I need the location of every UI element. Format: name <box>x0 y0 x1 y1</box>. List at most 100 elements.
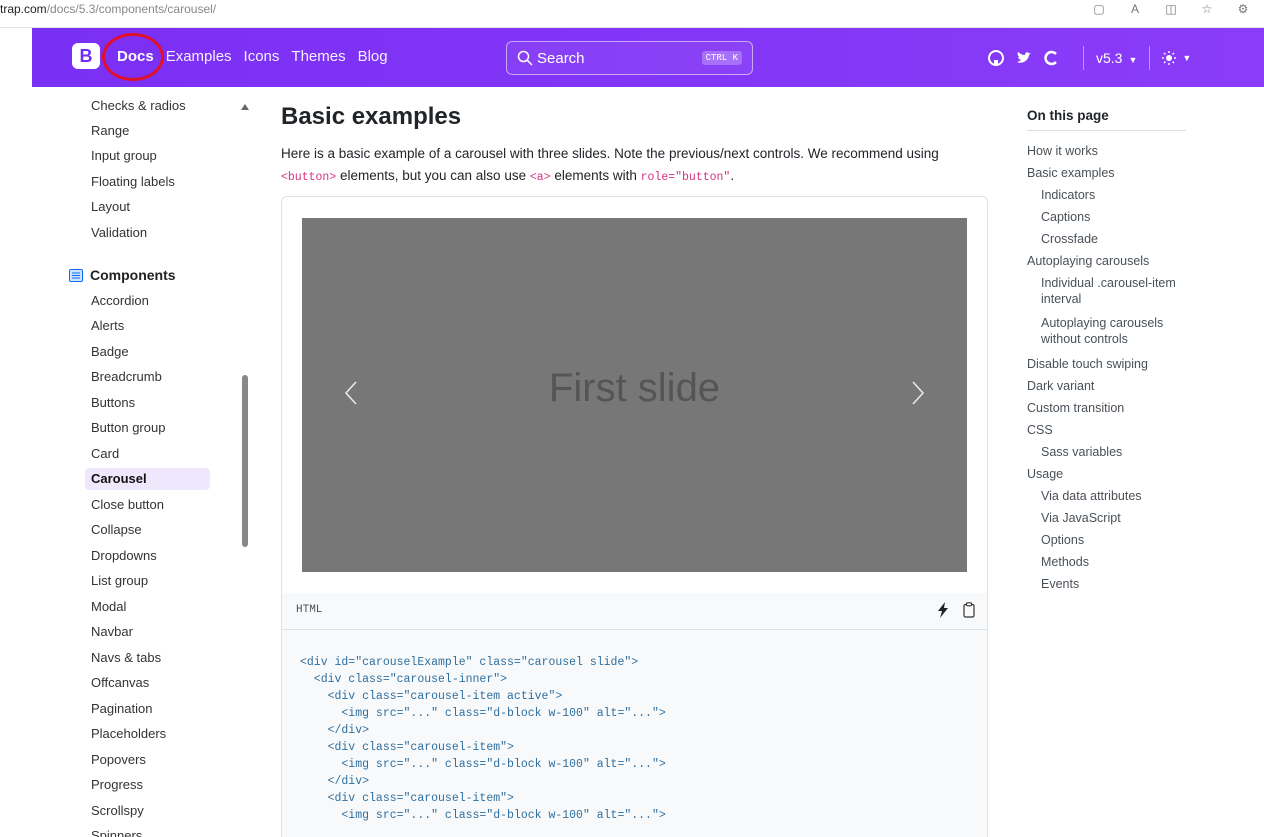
toc-link[interactable]: Indicators <box>1041 187 1095 203</box>
toc-divider <box>1027 130 1186 131</box>
toc-link[interactable]: Disable touch swiping <box>1027 356 1148 372</box>
sidebar-scrollbar-thumb[interactable] <box>242 375 248 547</box>
nav-link-blog[interactable]: Blog <box>358 48 388 65</box>
sidebar-item[interactable]: Accordion <box>91 293 149 308</box>
read-aloud-icon[interactable]: A <box>1128 2 1142 16</box>
carousel-prev-icon[interactable] <box>342 378 362 408</box>
twitter-icon[interactable] <box>1015 49 1033 67</box>
toc-link[interactable]: Dark variant <box>1027 378 1094 394</box>
theme-toggle-sun-icon[interactable]: ▼ <box>1162 49 1191 67</box>
code-line: <div id="carouselExample" class="carouse… <box>300 656 639 669</box>
opencollective-icon[interactable] <box>1043 49 1061 67</box>
github-icon[interactable] <box>987 49 1005 67</box>
split-screen-icon[interactable]: ◫ <box>1164 2 1178 16</box>
section-description: Here is a basic example of a carousel wi… <box>281 146 939 184</box>
browser-toolbar-icons: ▢ A ◫ ☆ ⚙ <box>1092 2 1250 16</box>
code-line: </div> <box>300 775 370 788</box>
bootstrap-logo[interactable]: B <box>72 43 100 69</box>
sidebar-item[interactable]: Collapse <box>91 522 142 537</box>
code-line: <div class="carousel-item"> <box>300 741 514 754</box>
code-line: <div class="carousel-item"> <box>300 792 514 805</box>
toc-link[interactable]: Sass variables <box>1041 444 1122 460</box>
favorites-icon[interactable]: ☆ <box>1200 2 1214 16</box>
sidebar-item[interactable]: Scrollspy <box>91 803 144 818</box>
sidebar-item[interactable]: List group <box>91 573 148 588</box>
sidebar-heading-components[interactable]: Components <box>69 267 176 283</box>
nav-link-examples[interactable]: Examples <box>166 48 232 65</box>
nav-link-icons[interactable]: Icons <box>244 48 280 65</box>
toc-link[interactable]: Autoplaying carousels without controls <box>1041 315 1181 347</box>
toc-link[interactable]: Via data attributes <box>1041 488 1142 504</box>
toc-link[interactable]: CSS <box>1027 422 1053 438</box>
sidebar-item[interactable]: Spinners <box>91 828 142 837</box>
scroll-up-arrow[interactable] <box>241 104 249 110</box>
sidebar-item[interactable]: Floating labels <box>91 174 175 189</box>
annotation-circle <box>102 33 164 81</box>
sidebar-item[interactable]: Popovers <box>91 752 146 767</box>
carousel-next-icon[interactable] <box>907 378 927 408</box>
sidebar-item[interactable]: Navs & tabs <box>91 650 161 665</box>
toc-link[interactable]: Autoplaying carousels <box>1027 253 1149 269</box>
browser-address-bar: trap.com/docs/5.3/components/carousel/ ▢… <box>0 0 1264 28</box>
sidebar-item[interactable]: Validation <box>91 225 147 240</box>
navbar-divider <box>1083 46 1084 70</box>
version-dropdown[interactable]: v5.3 ▼ <box>1096 50 1137 66</box>
sidebar-item[interactable]: Dropdowns <box>91 548 157 563</box>
toc-title: On this page <box>1027 108 1109 123</box>
sidebar-item[interactable]: Badge <box>91 344 129 359</box>
lightning-icon[interactable] <box>937 602 949 618</box>
code-line: <img src="..." class="d-block w-100" alt… <box>300 809 666 822</box>
sidebar-item[interactable]: Navbar <box>91 624 133 639</box>
sidebar-item[interactable]: Layout <box>91 199 130 214</box>
code-header: HTML <box>281 593 988 630</box>
code-line: <div class="carousel-inner"> <box>300 673 508 686</box>
toc-link[interactable]: How it works <box>1027 143 1098 159</box>
toc-link[interactable]: Usage <box>1027 466 1063 482</box>
toc-link[interactable]: Methods <box>1041 554 1089 570</box>
toc-link[interactable]: Individual .carousel-item interval <box>1041 275 1181 307</box>
navbar-divider <box>1149 46 1151 70</box>
sidebar-item[interactable]: Buttons <box>91 395 135 410</box>
sidebar-item[interactable]: Offcanvas <box>91 675 149 690</box>
sidebar-item-carousel[interactable]: Carousel <box>91 471 147 486</box>
url-text[interactable]: trap.com/docs/5.3/components/carousel/ <box>0 2 216 16</box>
inline-code: role="button" <box>640 171 731 184</box>
extensions-icon[interactable]: ⚙ <box>1236 2 1250 16</box>
carousel-slide: First slide <box>302 218 967 572</box>
toc-link[interactable]: Options <box>1041 532 1084 548</box>
site-navbar: B Docs Examples Icons Themes Blog Search… <box>32 28 1264 87</box>
sidebar-item[interactable]: Checks & radios <box>91 98 186 113</box>
inline-code: <a> <box>529 171 551 184</box>
sidebar-item[interactable]: Close button <box>91 497 164 512</box>
toc-link[interactable]: Captions <box>1041 209 1090 225</box>
sidebar-item[interactable]: Range <box>91 123 129 138</box>
code-line: <img src="..." class="d-block w-100" alt… <box>300 707 666 720</box>
clipboard-icon[interactable] <box>963 602 975 618</box>
nav-link-themes[interactable]: Themes <box>291 48 345 65</box>
search-label: Search <box>537 50 585 67</box>
sidebar-item[interactable]: Alerts <box>91 318 124 333</box>
code-snippet: <div id="carouselExample" class="carouse… <box>281 630 988 837</box>
sidebar-item[interactable]: Modal <box>91 599 126 614</box>
toc-link[interactable]: Crossfade <box>1041 231 1098 247</box>
search-button[interactable]: Search CTRL K <box>506 41 753 75</box>
code-line: </div> <box>300 724 370 737</box>
code-language-label: HTML <box>296 604 323 616</box>
sidebar-item[interactable]: Placeholders <box>91 726 166 741</box>
toc-link[interactable]: Via JavaScript <box>1041 510 1121 526</box>
toc-link[interactable]: Events <box>1041 576 1079 592</box>
inline-code: <button> <box>281 171 337 184</box>
toc-link[interactable]: Basic examples <box>1027 165 1115 181</box>
components-icon <box>69 268 83 282</box>
sidebar-item[interactable]: Pagination <box>91 701 152 716</box>
toc-link[interactable]: Custom transition <box>1027 400 1124 416</box>
search-shortcut: CTRL K <box>701 51 742 65</box>
page-title: Basic examples <box>281 103 462 130</box>
sidebar-item[interactable]: Button group <box>91 420 165 435</box>
sidebar-item[interactable]: Breadcrumb <box>91 369 162 384</box>
sidebar-item[interactable]: Progress <box>91 777 143 792</box>
sidebar-item[interactable]: Card <box>91 446 119 461</box>
tab-icon[interactable]: ▢ <box>1092 2 1106 16</box>
sidebar-item[interactable]: Input group <box>91 148 157 163</box>
code-line: <img src="..." class="d-block w-100" alt… <box>300 758 666 771</box>
